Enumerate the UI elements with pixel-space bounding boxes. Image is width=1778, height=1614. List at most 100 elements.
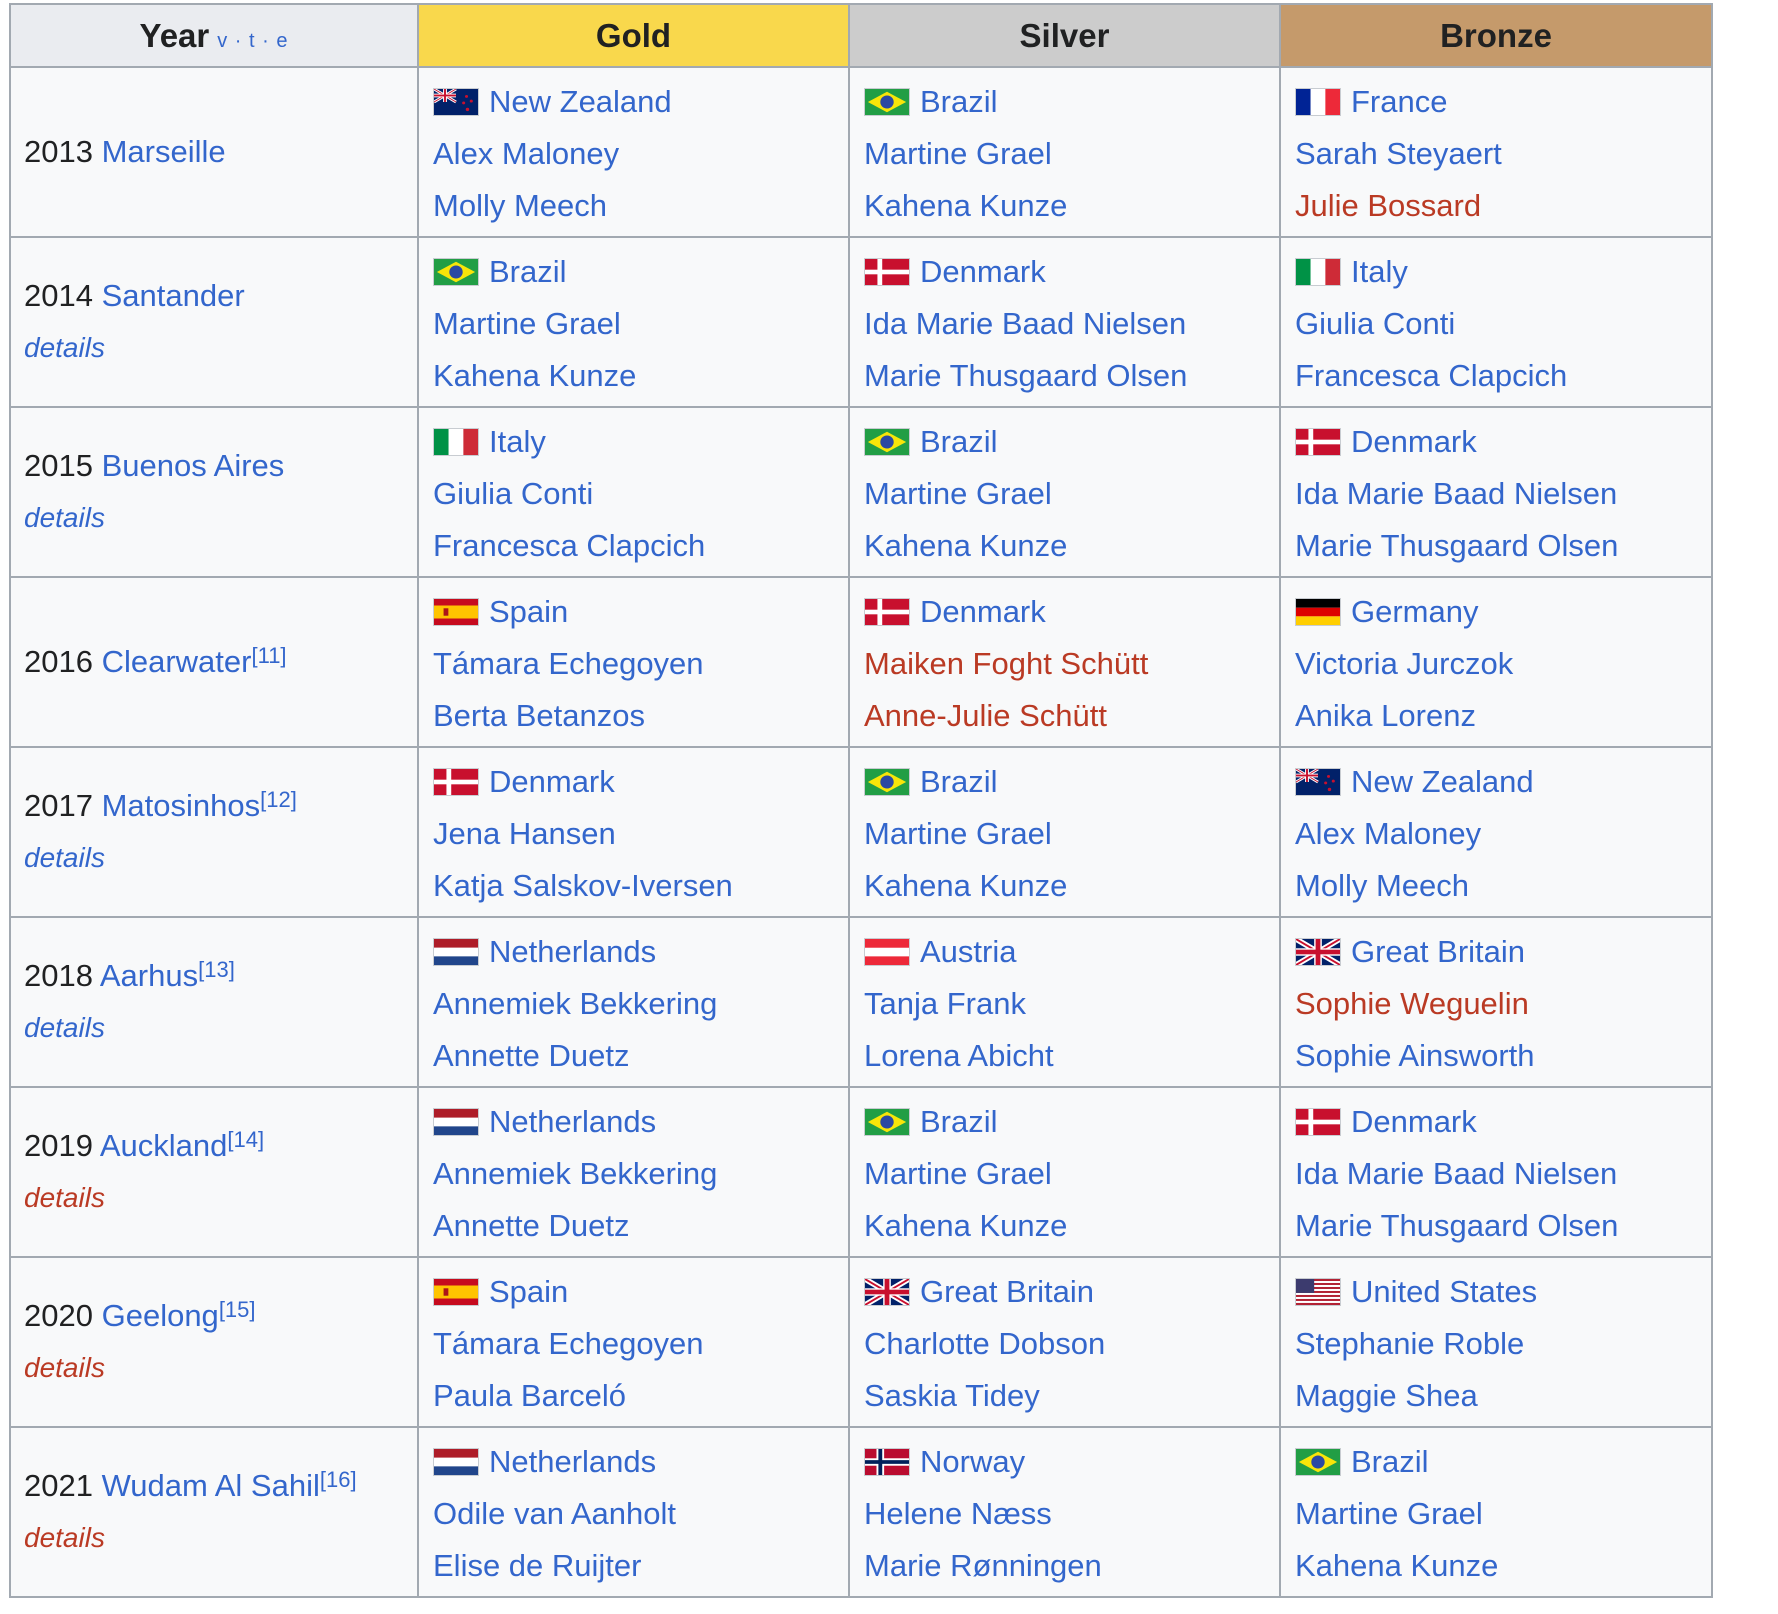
bronze-column-header[interactable]: Bronze (1279, 3, 1713, 68)
athlete-link[interactable]: Helene Næss (864, 1496, 1052, 1531)
country-link[interactable]: Germany (1351, 594, 1478, 629)
athlete-link[interactable]: Martine Grael (864, 476, 1052, 511)
host-city-link[interactable]: Marseille (102, 134, 226, 169)
athlete-link[interactable]: Kahena Kunze (1295, 1548, 1498, 1583)
vte-links[interactable]: v · t · e (217, 30, 288, 52)
host-city-link[interactable]: Auckland (100, 1128, 228, 1163)
athlete-link[interactable]: Kahena Kunze (433, 358, 636, 393)
athlete-link[interactable]: Kahena Kunze (864, 1208, 1067, 1243)
athlete-link[interactable]: Maggie Shea (1295, 1378, 1478, 1413)
athlete-link[interactable]: Alex Maloney (1295, 816, 1481, 851)
athlete-link[interactable]: Annemiek Bekkering (433, 986, 717, 1021)
athlete-link[interactable]: Odile van Aanholt (433, 1496, 676, 1531)
details-link[interactable]: details (24, 498, 417, 538)
athlete-link[interactable]: Martine Grael (1295, 1496, 1483, 1531)
athlete-link[interactable]: Elise de Ruijter (433, 1548, 641, 1583)
country-link[interactable]: Brazil (920, 424, 998, 459)
athlete-link[interactable]: Maiken Foght Schütt (864, 646, 1148, 681)
athlete-link[interactable]: Marie Rønningen (864, 1548, 1102, 1583)
athlete-link[interactable]: Francesca Clapcich (1295, 358, 1567, 393)
athlete-link[interactable]: Ida Marie Baad Nielsen (1295, 476, 1617, 511)
athlete-link[interactable]: Kahena Kunze (864, 528, 1067, 563)
country-link[interactable]: Denmark (1351, 1104, 1477, 1139)
athlete-link[interactable]: Francesca Clapcich (433, 528, 705, 563)
reference-link[interactable]: [15] (219, 1297, 256, 1322)
details-link[interactable]: details (24, 1348, 417, 1388)
athlete-link[interactable]: Annette Duetz (433, 1038, 629, 1073)
athlete-link[interactable]: Martine Grael (864, 816, 1052, 851)
details-link[interactable]: details (24, 1518, 417, 1558)
country-link[interactable]: Austria (920, 934, 1016, 969)
host-city-link[interactable]: Geelong (102, 1298, 219, 1333)
athlete-link[interactable]: Ida Marie Baad Nielsen (864, 306, 1186, 341)
athlete-link[interactable]: Sarah Steyaert (1295, 136, 1502, 171)
reference-link[interactable]: [12] (260, 787, 297, 812)
athlete-link[interactable]: Kahena Kunze (864, 188, 1067, 223)
country-link[interactable]: Denmark (489, 764, 615, 799)
athlete-link[interactable]: Sophie Ainsworth (1295, 1038, 1535, 1073)
host-city-link[interactable]: Matosinhos (102, 788, 261, 823)
country-link[interactable]: Italy (489, 424, 546, 459)
athlete-link[interactable]: Annette Duetz (433, 1208, 629, 1243)
country-link[interactable]: New Zealand (489, 84, 672, 119)
athlete-link[interactable]: Marie Thusgaard Olsen (864, 358, 1187, 393)
athlete-link[interactable]: Berta Betanzos (433, 698, 645, 733)
athlete-link[interactable]: Giulia Conti (1295, 306, 1455, 341)
athlete-link[interactable]: Martine Grael (864, 136, 1052, 171)
country-link[interactable]: Denmark (920, 594, 1046, 629)
athlete-link[interactable]: Marie Thusgaard Olsen (1295, 528, 1618, 563)
athlete-link[interactable]: Anne-Julie Schütt (864, 698, 1107, 733)
host-city-link[interactable]: Santander (102, 278, 245, 313)
athlete-link[interactable]: Charlotte Dobson (864, 1326, 1105, 1361)
athlete-link[interactable]: Sophie Weguelin (1295, 986, 1529, 1021)
country-link[interactable]: Brazil (920, 84, 998, 119)
reference-link[interactable]: [16] (320, 1467, 357, 1492)
athlete-link[interactable]: Martine Grael (864, 1156, 1052, 1191)
year-column-header[interactable]: Year v · t · e (9, 3, 419, 68)
host-city-link[interactable]: Clearwater (102, 644, 252, 679)
country-link[interactable]: Brazil (920, 1104, 998, 1139)
athlete-link[interactable]: Jena Hansen (433, 816, 616, 851)
reference-link[interactable]: [11] (251, 643, 286, 668)
athlete-link[interactable]: Victoria Jurczok (1295, 646, 1513, 681)
athlete-link[interactable]: Annemiek Bekkering (433, 1156, 717, 1191)
athlete-link[interactable]: Julie Bossard (1295, 188, 1481, 223)
host-city-link[interactable]: Buenos Aires (102, 448, 285, 483)
details-link[interactable]: details (24, 838, 417, 878)
country-link[interactable]: Denmark (920, 254, 1046, 289)
host-city-link[interactable]: Aarhus (100, 958, 198, 993)
athlete-link[interactable]: Stephanie Roble (1295, 1326, 1524, 1361)
athlete-link[interactable]: Katja Salskov-Iversen (433, 868, 733, 903)
country-link[interactable]: Denmark (1351, 424, 1477, 459)
country-link[interactable]: Netherlands (489, 1104, 656, 1139)
athlete-link[interactable]: Paula Barceló (433, 1378, 626, 1413)
country-link[interactable]: Brazil (920, 764, 998, 799)
athlete-link[interactable]: Marie Thusgaard Olsen (1295, 1208, 1618, 1243)
details-link[interactable]: details (24, 1178, 417, 1218)
athlete-link[interactable]: Saskia Tidey (864, 1378, 1040, 1413)
athlete-link[interactable]: Molly Meech (433, 188, 607, 223)
athlete-link[interactable]: Lorena Abicht (864, 1038, 1054, 1073)
athlete-link[interactable]: Támara Echegoyen (433, 1326, 704, 1361)
country-link[interactable]: United States (1351, 1274, 1537, 1309)
athlete-link[interactable]: Giulia Conti (433, 476, 593, 511)
silver-column-header[interactable]: Silver (848, 3, 1281, 68)
athlete-link[interactable]: Molly Meech (1295, 868, 1469, 903)
country-link[interactable]: France (1351, 84, 1447, 119)
country-link[interactable]: Norway (920, 1444, 1025, 1479)
athlete-link[interactable]: Tanja Frank (864, 986, 1026, 1021)
athlete-link[interactable]: Martine Grael (433, 306, 621, 341)
details-link[interactable]: details (24, 328, 417, 368)
athlete-link[interactable]: Kahena Kunze (864, 868, 1067, 903)
athlete-link[interactable]: Alex Maloney (433, 136, 619, 171)
country-link[interactable]: Italy (1351, 254, 1408, 289)
country-link[interactable]: Brazil (1351, 1444, 1429, 1479)
country-link[interactable]: New Zealand (1351, 764, 1534, 799)
reference-link[interactable]: [13] (198, 957, 235, 982)
athlete-link[interactable]: Anika Lorenz (1295, 698, 1476, 733)
athlete-link[interactable]: Támara Echegoyen (433, 646, 704, 681)
country-link[interactable]: Spain (489, 1274, 568, 1309)
host-city-link[interactable]: Wudam Al Sahil (102, 1468, 320, 1503)
country-link[interactable]: Great Britain (1351, 934, 1525, 969)
details-link[interactable]: details (24, 1008, 417, 1048)
